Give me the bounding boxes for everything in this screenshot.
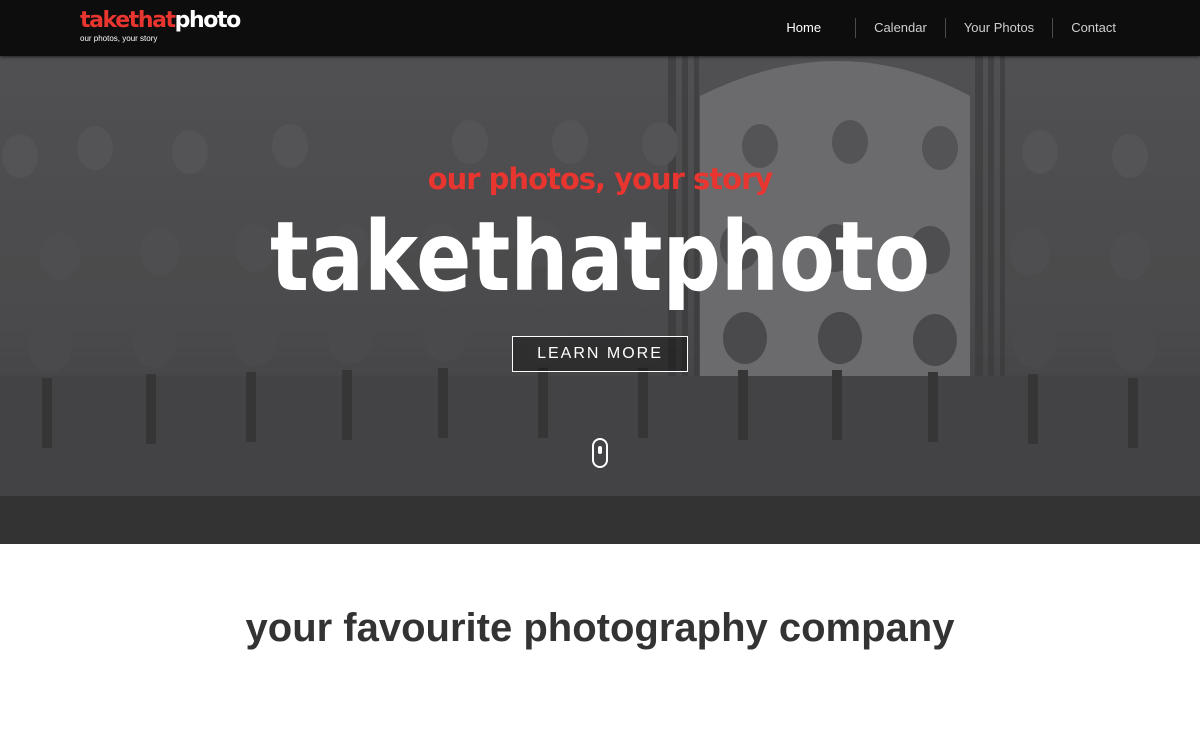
hero-wordmark-text: takethatphoto	[270, 214, 930, 313]
hero-wordmark-logo: takethatphoto	[270, 214, 930, 313]
hero-tagline: our photos, your story	[427, 162, 774, 196]
hero-banner: our photos, your story takethatphoto LEA…	[0, 56, 1200, 544]
nav-home[interactable]: Home	[768, 18, 855, 38]
nav-calendar[interactable]: Calendar	[855, 18, 945, 38]
logo-wordmark: takethatphoto	[80, 8, 241, 33]
nav-contact[interactable]: Contact	[1052, 18, 1134, 38]
nav-your-photos[interactable]: Your Photos	[944, 18, 1052, 38]
navbar: takethatphoto our photos, your story Hom…	[0, 0, 1200, 56]
mouse-scroll-icon[interactable]	[592, 438, 608, 468]
scroll-wheel-dot	[598, 446, 602, 454]
page-headline: your favourite photography company	[245, 606, 955, 650]
learn-more-button[interactable]: LEARN MORE	[512, 336, 688, 372]
logo-tagline: our photos, your story	[80, 34, 158, 43]
main-nav: Home Calendar Your Photos Contact	[768, 18, 1134, 38]
site-logo[interactable]: takethatphoto our photos, your story	[80, 9, 255, 47]
